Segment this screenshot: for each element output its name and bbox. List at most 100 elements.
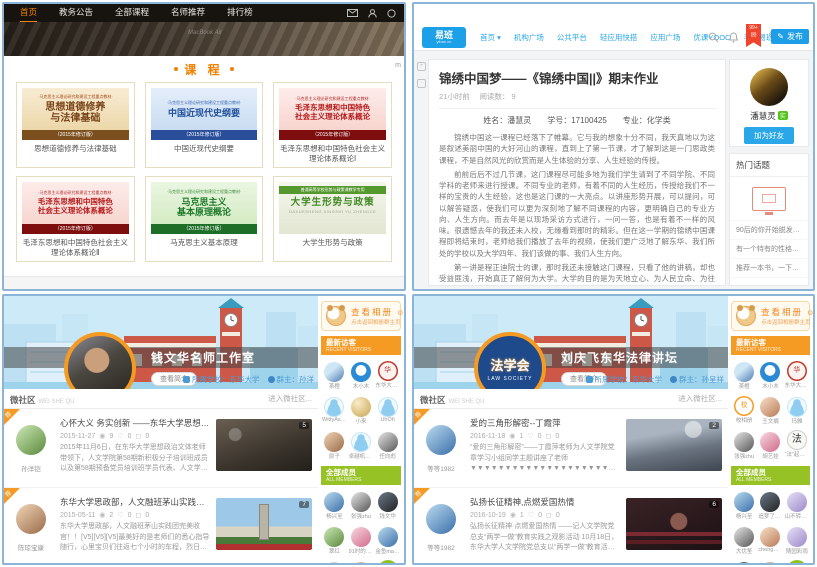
member-cell[interactable]: 金鱼mayday <box>374 524 401 555</box>
member-cell[interactable]: 大优笙 <box>731 524 757 555</box>
user-icon[interactable] <box>368 9 377 18</box>
course-cover: ·马克思主义理论研究和建设工程重点教材· 中国近现代史纲要 （2015年修订版） <box>151 88 258 140</box>
member-cell[interactable]: ⋯ 更 多 <box>784 559 810 563</box>
visitor-cell[interactable]: WittyAsYou <box>321 394 348 425</box>
post-author-avatar[interactable] <box>426 504 456 534</box>
enter-community-link[interactable]: 进入微社区... <box>678 393 722 404</box>
post-thumbnail[interactable]: 5 <box>216 419 312 471</box>
post-author-avatar[interactable] <box>426 425 456 455</box>
mail-icon[interactable] <box>347 9 358 17</box>
member-cell[interactable]: 杨海远 <box>757 559 783 563</box>
mooc-nav-item[interactable]: 名师推荐 <box>171 3 205 23</box>
owner-link[interactable]: 群主：孙呈祥 <box>670 374 724 385</box>
member-cell[interactable]: 91时的阳光 <box>348 524 375 555</box>
course-card[interactable]: 普通高等学校形势与政策课教学专用 大学生形势与政策 DAXUESHENG XIN… <box>273 176 392 262</box>
yiban-nav-item[interactable]: 首页 ▾ <box>480 32 501 43</box>
visitor-cell[interactable]: 木小木 <box>348 359 375 390</box>
member-cell[interactable]: 张强zhu <box>348 489 375 520</box>
view-album-card[interactable]: 查看相册 ⊙ 点击返回相册群主页 <box>321 301 401 331</box>
post-row[interactable]: 荐 孙洋铠 心怀大义 务实创新 ——东华大学思想政治理论实践教育活动 2015-… <box>4 409 318 488</box>
search-icon[interactable] <box>708 24 719 51</box>
course-card[interactable]: ·马克思主义理论研究和建设工程重点教材· 思想道德修养 与法律基础 （2015年… <box>16 82 135 168</box>
yiban-nav-item[interactable]: 轻应用快搭 <box>600 32 638 43</box>
member-cell[interactable]: 山不转水转 <box>784 489 810 520</box>
hot-topic-item[interactable]: 有一个特有的性格是什么… <box>730 240 808 259</box>
visitor-cell[interactable]: 华 东华大学公… <box>784 359 810 390</box>
yiban-nav-item[interactable]: 机构广场 <box>514 32 544 43</box>
visitor-cell[interactable]: 茶橙 <box>321 359 348 390</box>
member-cell[interactable]: chongming <box>757 524 783 555</box>
school-link[interactable]: 所属学校：东华大学 <box>586 374 663 385</box>
visitor-cell[interactable]: 法 “法”起宇… <box>784 429 810 460</box>
yiban-nav-item[interactable]: 公共平台 <box>557 32 587 43</box>
post-row[interactable]: 荐 等等1982 弘扬长征精神,点燃爱国热情 2016-10-19 ◉1 ♡0 <box>414 488 728 565</box>
course-card[interactable]: ·马克思主义理论研究和建设工程重点教材· 马克思主义 基本原理概论 （2015年… <box>145 176 264 262</box>
post-thumbnail[interactable]: 7 <box>216 498 312 550</box>
member-cell[interactable]: 随园彩雨 <box>784 524 810 555</box>
visitor-cell[interactable]: 小来 <box>348 394 375 425</box>
mooc-nav-item[interactable]: 教务公告 <box>59 3 93 23</box>
post-author-avatar[interactable] <box>16 425 46 455</box>
comment-icon[interactable]: ◻ <box>136 511 142 519</box>
author-avatar[interactable] <box>750 68 788 106</box>
like-icon[interactable]: ♡ <box>117 432 123 440</box>
hot-topic-item[interactable]: 推荐一本书，一下子就… <box>730 259 808 278</box>
post-author-avatar[interactable] <box>16 504 46 534</box>
visitor-cell[interactable]: 校 校相册 <box>731 394 757 425</box>
course-card[interactable]: ·马克思主义理论研究和建设工程重点教材· 中国近现代史纲要 （2015年修订版）… <box>145 82 264 168</box>
member-cell[interactable]: 糖糖玛 <box>321 559 348 563</box>
post-thumbnail[interactable]: 2 <box>626 419 722 471</box>
visitor-cell[interactable]: UhOh <box>374 394 401 425</box>
like-icon[interactable]: ♡ <box>117 511 123 519</box>
mooc-nav-item[interactable]: 全部课程 <box>115 3 149 23</box>
visitor-cell[interactable]: 任向彪 <box>374 429 401 460</box>
visitor-cell[interactable]: 胡艺娃 <box>757 429 783 460</box>
comment-icon[interactable]: ◻ <box>546 432 552 440</box>
member-cell[interactable]: 杨兴至 <box>731 489 757 520</box>
view-album-card[interactable]: 查看相册 ⊙ 点击返回相册群主页 <box>731 301 810 331</box>
member-avatar <box>351 562 371 563</box>
member-cell[interactable]: 怡灵僮 <box>348 559 375 563</box>
visitor-cell[interactable]: 木小木 <box>757 359 783 390</box>
visitor-cell[interactable]: 张强zhu <box>731 429 757 460</box>
visitor-cell[interactable]: 华 东华大学公… <box>374 359 401 390</box>
post-row[interactable]: 荐 陈琼宝康 东华大学思政部，人文融班茅山实践团完美收官！！ 2015-05-1… <box>4 488 318 565</box>
member-cell[interactable]: 杨兴至 <box>321 489 348 520</box>
course-caption: 毛泽东思想和中国特色社会主义理论体系概论Ⅰ <box>279 144 386 164</box>
add-friend-button[interactable]: 加为好友 <box>744 127 794 144</box>
member-cell[interactable]: 翠红 <box>321 524 348 555</box>
school-link[interactable]: 所属学校：东华大学 <box>183 374 260 385</box>
enter-community-link[interactable]: 进入微社区... <box>268 393 312 404</box>
post-title[interactable]: 东华大学思政部，人文融班茅山实践团完美收官！！ <box>60 496 210 508</box>
visitor-cell[interactable]: 原子 <box>321 429 348 460</box>
visitor-cell[interactable]: 茶橙 <box>731 359 757 390</box>
member-cell[interactable]: 钱文华 <box>374 489 401 520</box>
visitor-cell[interactable]: 卓越机械1… <box>348 429 375 460</box>
publish-button[interactable]: ✎ 发布 <box>771 29 809 44</box>
post-title[interactable]: 弘扬长征精神,点燃爱国热情 <box>470 496 620 508</box>
search-icon[interactable] <box>387 9 396 18</box>
post-thumbnail[interactable]: 6 <box>626 498 722 550</box>
member-cell[interactable]: 追梦了无痕 <box>757 489 783 520</box>
post-title[interactable]: 爱的三角形解密--丁霞萍 <box>470 417 620 429</box>
mooc-nav-item[interactable]: 首页 <box>20 3 37 23</box>
member-cell[interactable]: 未认证 <box>731 559 757 563</box>
post-row[interactable]: 荐 等等1982 爱的三角形解密--丁霞萍 2016-11-18 ◉1 ♡0 <box>414 409 728 488</box>
visitor-cell[interactable]: 王文娟 <box>757 394 783 425</box>
yiban-nav-item[interactable]: 应用广场 <box>650 32 680 43</box>
comment-icon[interactable]: ◻ <box>546 511 552 519</box>
mooc-nav-item[interactable]: 排行榜 <box>227 3 253 23</box>
hot-topic-item[interactable]: 90后的你开始脱发再生… <box>730 221 808 240</box>
messages-ribbon[interactable]: 99+ ✉ <box>746 24 761 47</box>
visitor-cell[interactable]: 玛雅 <box>784 394 810 425</box>
bell-icon[interactable] <box>728 24 739 51</box>
course-card[interactable]: ·马克思主义理论研究和建设工程重点教材· 毛泽东思想和中国特色 社会主义理论体系… <box>273 82 392 168</box>
like-icon[interactable]: ♡ <box>528 511 534 519</box>
course-card[interactable]: ·马克思主义理论研究和建设工程重点教材· 毛泽东思想和中国特色 社会主义理论体系… <box>16 176 135 262</box>
owner-link[interactable]: 群主：孙洋 <box>268 374 315 385</box>
member-cell[interactable]: ⋯ 更 多 <box>374 559 401 563</box>
yiban-logo[interactable]: 易班 yiban.cn <box>422 27 466 48</box>
like-icon[interactable]: ♡ <box>527 432 533 440</box>
comment-icon[interactable]: ◻ <box>136 432 142 440</box>
post-title[interactable]: 心怀大义 务实创新 ——东华大学思想政治理论实践教育活动 <box>60 417 210 429</box>
